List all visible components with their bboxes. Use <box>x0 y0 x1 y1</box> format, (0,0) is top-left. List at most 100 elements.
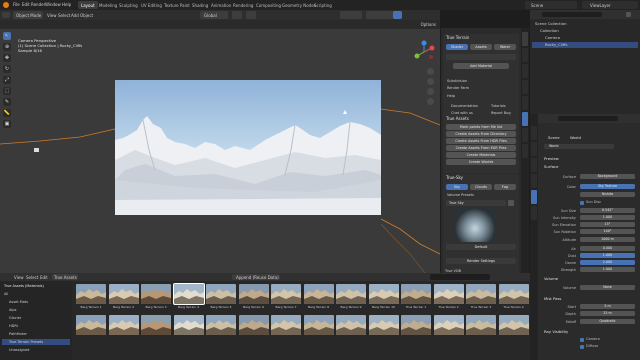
menu-file[interactable]: File <box>13 2 20 7</box>
camera-object-icon[interactable] <box>34 148 39 152</box>
props-tab-render-icon[interactable] <box>531 142 537 156</box>
tab-water[interactable]: Water <box>494 44 516 50</box>
library-dropdown[interactable]: True Assets <box>52 274 78 280</box>
tab-clouds[interactable]: Clouds <box>470 184 492 190</box>
catalog-item[interactable]: All <box>2 291 70 297</box>
asset-menu-view[interactable]: View <box>14 275 24 280</box>
tab-fog[interactable]: Fog <box>494 184 516 190</box>
asset-menu-select[interactable]: Select <box>26 275 38 280</box>
asset-thumbnail[interactable]: Berg Terrain 8 <box>303 284 334 310</box>
outliner-row-rocky-cliffs[interactable]: Rocky_Cliffs <box>532 42 638 48</box>
snap-toggle[interactable] <box>232 11 242 19</box>
sky-param-field[interactable]: 0.545° <box>580 208 635 213</box>
vp-menu-view[interactable]: View <box>47 13 57 18</box>
asset-thumbnail[interactable]: True Terrain 3 <box>466 284 496 310</box>
orientation-dropdown[interactable]: Global <box>200 11 228 19</box>
create-assets-exr-button[interactable]: Create Assets From EXR Files <box>446 145 516 151</box>
mist-start-field[interactable]: 5 m <box>580 304 635 309</box>
asset-thumbnail[interactable] <box>108 315 139 341</box>
props-tab-world-icon[interactable] <box>531 190 537 204</box>
asset-thumbnail[interactable]: True Terrain 1 <box>401 284 431 310</box>
vp-menu-select[interactable]: Select <box>58 13 70 18</box>
asset-thumbnail[interactable] <box>466 315 496 341</box>
sidebar-tab-edit[interactable] <box>522 96 528 110</box>
props-tab-object-icon[interactable] <box>531 206 537 220</box>
mist-depth-field[interactable]: 25 m <box>580 311 635 316</box>
asset-thumbnail[interactable]: Berg Terrain 6 <box>238 284 269 310</box>
asset-thumbnail[interactable]: True Terrain 2 <box>433 284 464 310</box>
outliner-row-collection[interactable]: Collection <box>532 28 638 34</box>
tab-sculpting[interactable]: Sculpting <box>116 1 141 9</box>
sidebar-tab-misc[interactable] <box>522 144 528 158</box>
render-settings-button[interactable]: Render Settings <box>446 258 516 264</box>
sidebar-tab-sky[interactable] <box>522 128 528 142</box>
create-assets-hdr-button[interactable]: Create Assets From HDR Files <box>446 138 516 144</box>
tab-shader[interactable]: Shader <box>446 44 468 50</box>
asset-thumbnail[interactable] <box>76 315 106 341</box>
preset-gear-icon[interactable] <box>508 200 514 206</box>
props-tab-tool-icon[interactable] <box>531 126 537 140</box>
select-box-tool[interactable]: ↖ <box>3 32 11 40</box>
overlay-toggles[interactable] <box>340 11 362 19</box>
props-tab-scene-icon[interactable] <box>531 174 537 188</box>
catalog-item[interactable]: Alps <box>2 307 70 313</box>
menu-help[interactable]: Help <box>62 2 71 7</box>
mist-pass-panel[interactable]: Mist Pass <box>544 296 561 301</box>
vp-menu-add[interactable]: Add <box>71 13 79 18</box>
sky-param-field[interactable]: 15° <box>580 222 635 227</box>
menu-edit[interactable]: Edit <box>22 2 30 7</box>
preview-panel[interactable]: Preview <box>544 156 559 161</box>
asset-thumbnail[interactable] <box>368 315 399 341</box>
navigation-gizmo[interactable] <box>412 40 436 64</box>
shading-modes[interactable] <box>366 11 402 19</box>
mark-points-button[interactable]: Mark points from file list <box>446 124 516 130</box>
sidebar-tab-view[interactable] <box>522 64 528 78</box>
diffuse-visibility-checkbox[interactable] <box>580 345 584 349</box>
asset-thumbnail[interactable] <box>173 315 204 341</box>
sky-param-field[interactable]: 1.000 <box>580 253 635 258</box>
outliner-row-scene-collection[interactable]: Scene Collection <box>532 21 638 27</box>
sky-param-field[interactable]: 1000 m <box>580 237 635 242</box>
create-materials-button[interactable]: Create Materials <box>446 152 516 158</box>
catalog-item[interactable]: True Terrain Presets <box>2 339 70 345</box>
menu-window[interactable]: Window <box>45 2 61 7</box>
asset-thumbnail[interactable] <box>336 315 366 341</box>
catalog-item[interactable]: Unassigned <box>2 347 70 353</box>
sky-type-dropdown[interactable]: Nishita <box>580 192 635 197</box>
cursor-tool[interactable]: ⊕ <box>3 43 11 51</box>
surface-panel[interactable]: Surface <box>544 164 558 169</box>
grid-toggle-icon[interactable] <box>427 98 434 105</box>
asset-thumbnail[interactable] <box>303 315 334 341</box>
zoom-icon[interactable] <box>427 68 434 75</box>
help-subpanel[interactable]: Help <box>447 94 455 98</box>
add-cube-tool[interactable]: ▣ <box>3 120 11 128</box>
camera-visibility-checkbox[interactable] <box>580 338 584 342</box>
subdivision-subpanel[interactable]: Subdivision <box>447 79 467 83</box>
mist-falloff-dropdown[interactable]: Quadratic <box>580 319 635 324</box>
asset-search-field[interactable] <box>430 274 490 280</box>
volume-panel[interactable]: Volume <box>544 276 558 281</box>
outliner-search-field[interactable] <box>542 12 602 17</box>
sky-param-field[interactable]: 2.000 <box>580 260 635 265</box>
world-datablock-field[interactable]: World <box>544 144 614 149</box>
create-assets-directory-button[interactable]: Create Assets From Directory <box>446 131 516 137</box>
asset-thumbnail[interactable]: Berg Terrain 5 <box>206 284 236 310</box>
surface-shader-field[interactable]: Background <box>580 174 635 179</box>
asset-thumbnail[interactable]: Berg Terrain 7 <box>271 284 301 310</box>
true-sky-title[interactable]: True-Sky <box>443 174 519 181</box>
asset-thumbnail[interactable] <box>498 315 529 341</box>
3d-viewport[interactable]: Object Mode View Select Add Object Globa… <box>0 10 440 273</box>
color-input-field[interactable]: Sky Texture <box>580 184 635 189</box>
catalog-item[interactable]: Glacier <box>2 315 70 321</box>
sky-param-field[interactable]: 0.000 <box>580 246 635 251</box>
scene-selector[interactable]: Scene <box>525 1 577 9</box>
asset-menu-edit[interactable]: Edit <box>40 275 48 280</box>
asset-thumbnail[interactable]: Berg Terrain 10 <box>368 284 399 310</box>
properties-search-field[interactable] <box>558 116 618 121</box>
options-dropdown[interactable]: Options <box>421 22 436 27</box>
annotate-tool[interactable]: ✎ <box>3 98 11 106</box>
asset-thumbnail[interactable]: True Terrain 4 <box>498 284 529 310</box>
ray-visibility-panel[interactable]: Ray Visibility <box>544 329 568 334</box>
rendered-shading-button[interactable] <box>393 11 402 19</box>
tab-layout[interactable]: Layout <box>78 1 98 9</box>
